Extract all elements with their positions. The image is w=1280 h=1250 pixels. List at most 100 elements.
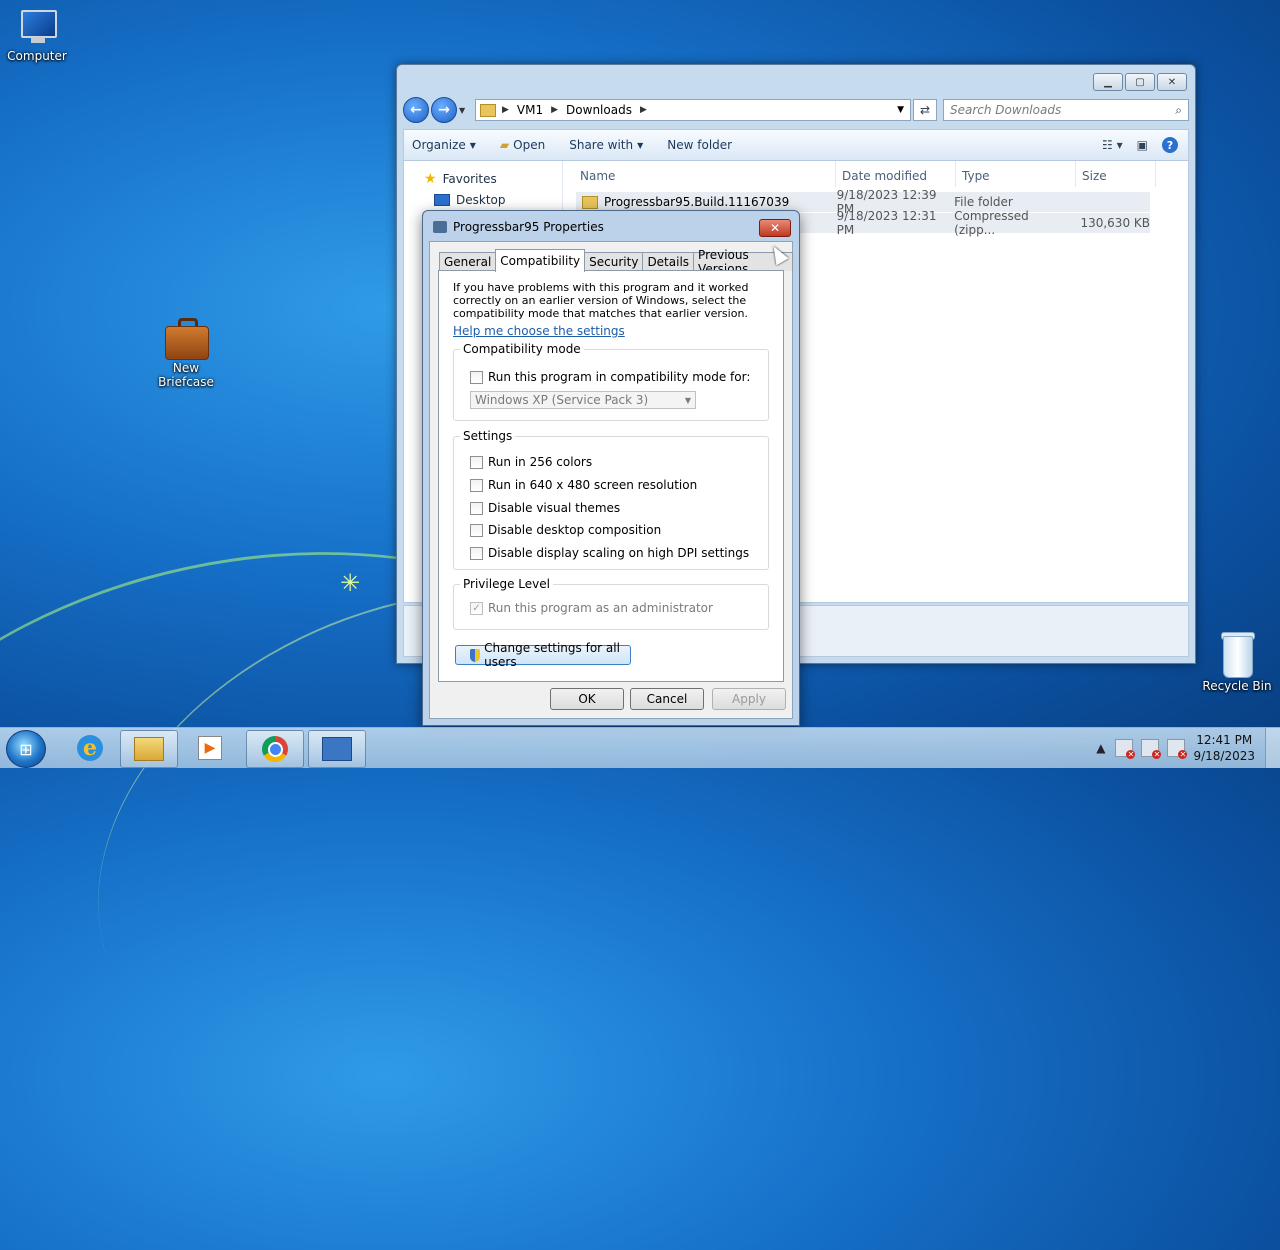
help-choose-settings-link[interactable]: Help me choose the settings xyxy=(453,324,625,338)
action-center-flag-icon[interactable]: ✕ xyxy=(1115,739,1136,759)
new-folder-button[interactable]: New folder xyxy=(667,138,732,152)
checkbox-label: Run this program as an administrator xyxy=(488,601,713,615)
back-button[interactable]: ← xyxy=(403,97,429,123)
setting-checkbox[interactable]: Run in 256 colors xyxy=(470,455,592,469)
address-dropdown[interactable]: ▼ xyxy=(897,105,904,115)
run-as-admin-checkbox[interactable]: ✓ Run this program as an administrator xyxy=(470,601,713,615)
desktop-icon-recycle-bin[interactable]: Recycle Bin xyxy=(1197,630,1277,693)
taskbar-windows-explorer[interactable] xyxy=(120,730,178,768)
new-folder-label: New folder xyxy=(667,138,733,152)
compat-mode-checkbox[interactable]: Run this program in compatibility mode f… xyxy=(470,370,750,384)
chevron-right-icon: ▶ xyxy=(551,105,559,115)
setting-checkbox[interactable]: Disable desktop composition xyxy=(470,523,661,537)
select-value: Windows XP (Service Pack 3) xyxy=(475,393,649,407)
desktop-icon xyxy=(434,194,450,206)
ok-button[interactable]: OK xyxy=(550,688,624,710)
command-bar: Organize ▼ ▰ Open Share with ▼ New folder ☷… xyxy=(403,129,1189,161)
tab-general[interactable]: General xyxy=(439,252,497,271)
apply-button[interactable]: Apply xyxy=(712,688,786,710)
column-size[interactable]: Size xyxy=(1076,161,1156,187)
checkbox-label: Run in 256 colors xyxy=(488,455,593,469)
column-type[interactable]: Type xyxy=(956,161,1076,187)
window-caption-buttons: ▁ ▢ ✕ xyxy=(1093,73,1187,91)
intro-text: If you have problems with this program a… xyxy=(453,281,749,320)
address-bar[interactable]: ▶ VM1 ▶ Downloads ▶ ▼ xyxy=(475,99,911,121)
show-desktop-button[interactable] xyxy=(1265,728,1280,768)
close-button[interactable]: ✕ xyxy=(1157,73,1187,91)
help-icon[interactable]: ? xyxy=(1162,137,1178,153)
network-icon[interactable]: ✕ xyxy=(1141,739,1162,759)
tab-details[interactable]: Details xyxy=(642,252,695,271)
view-options-icon[interactable]: ☷ ▾ xyxy=(1102,138,1123,152)
start-button[interactable]: ⊞ xyxy=(6,730,46,768)
checkbox-box xyxy=(470,523,483,537)
chevron-down-icon: ▼ xyxy=(684,395,691,405)
clock-date: 9/18/2023 xyxy=(1193,749,1255,763)
recycle-bin-icon xyxy=(1219,630,1255,678)
nav-favorites[interactable]: ★ Favorites xyxy=(424,171,497,187)
recent-pages-dropdown[interactable]: ▼ xyxy=(459,106,469,115)
checkbox-box xyxy=(470,501,483,515)
taskbar-internet-explorer[interactable]: e xyxy=(62,730,118,766)
minimize-button[interactable]: ▁ xyxy=(1093,73,1123,91)
control-panel-icon xyxy=(322,737,352,761)
organize-label: Organize xyxy=(412,138,466,152)
refresh-button[interactable]: ⇄ xyxy=(913,99,937,121)
breadcrumb-downloads[interactable]: Downloads xyxy=(566,103,632,117)
dialog-close-button[interactable]: ✕ xyxy=(759,219,791,237)
checkbox-box xyxy=(470,478,483,492)
file-type: Compressed (zipp... xyxy=(954,209,1029,237)
setting-checkbox[interactable]: Run in 640 x 480 screen resolution xyxy=(470,478,697,492)
media-player-icon: ▶ xyxy=(198,736,222,760)
maximize-button[interactable]: ▢ xyxy=(1125,73,1155,91)
column-date-modified[interactable]: Date modified xyxy=(836,161,956,187)
column-name[interactable]: Name xyxy=(574,161,836,187)
chevron-down-icon: ▼ xyxy=(469,140,476,150)
dialog-client: General Compatibility Security Details P… xyxy=(429,241,793,719)
folder-icon xyxy=(480,103,496,117)
windows-explorer-icon xyxy=(134,737,164,761)
desktop-icon-label: Recycle Bin xyxy=(1202,679,1272,693)
desktop-icon-label: Computer xyxy=(7,49,67,63)
volume-icon[interactable]: ✕ xyxy=(1167,739,1188,759)
taskbar-control-panel[interactable] xyxy=(308,730,366,768)
setting-checkbox[interactable]: Disable display scaling on high DPI sett… xyxy=(470,546,749,560)
forward-button[interactable]: → xyxy=(431,97,457,123)
taskbar-media-player[interactable]: ▶ xyxy=(182,730,238,766)
desktop-icon-computer[interactable]: Computer xyxy=(0,10,77,63)
setting-checkbox[interactable]: Disable visual themes xyxy=(470,501,620,515)
taskbar-chrome[interactable] xyxy=(246,730,304,768)
tab-compatibility[interactable]: Compatibility xyxy=(495,249,586,272)
file-name: Progressbar95.Build.11167039 xyxy=(604,195,790,209)
briefcase-icon xyxy=(165,318,209,360)
open-button[interactable]: ▰ Open xyxy=(500,138,545,152)
desktop-icon-briefcase[interactable]: New Briefcase xyxy=(146,318,226,389)
nav-desktop[interactable]: Desktop xyxy=(434,193,506,207)
clock[interactable]: 12:41 PM 9/18/2023 xyxy=(1193,732,1255,764)
computer-icon xyxy=(17,10,57,46)
checkbox-box xyxy=(470,370,483,384)
uac-shield-icon xyxy=(470,648,481,662)
checkbox-label: Run in 640 x 480 screen resolution xyxy=(488,478,698,492)
file-size: 130,630 KB xyxy=(1080,216,1150,230)
show-hidden-icons-button[interactable]: ▲ xyxy=(1096,741,1105,755)
column-headers: Name Date modified Type Size xyxy=(574,161,1188,187)
share-with-button[interactable]: Share with ▼ xyxy=(569,138,643,152)
desktop-icon-label: Briefcase xyxy=(158,375,214,389)
organize-button[interactable]: Organize ▼ xyxy=(412,138,476,152)
button-label: Change settings for all users xyxy=(484,641,620,669)
change-settings-all-users-button[interactable]: Change settings for all users xyxy=(455,641,631,669)
cancel-button[interactable]: Cancel xyxy=(630,688,704,710)
checkbox-box xyxy=(470,546,483,560)
compat-mode-select[interactable]: Windows XP (Service Pack 3) ▼ xyxy=(470,391,696,409)
breadcrumb-vm1[interactable]: VM1 xyxy=(517,103,543,117)
chevron-right-icon: ▶ xyxy=(502,105,509,115)
star-icon: ★ xyxy=(424,171,437,187)
search-input[interactable]: Search Downloads ⌕ xyxy=(943,99,1189,121)
checkbox-box xyxy=(470,455,483,469)
preview-pane-icon[interactable]: ▣ xyxy=(1137,138,1148,152)
navigation-bar: ← → ▼ ▶ VM1 ▶ Downloads ▶ ▼ ⇄ Search Dow… xyxy=(403,97,1189,123)
tab-security[interactable]: Security xyxy=(584,252,644,271)
chevron-right-icon: ▶ xyxy=(639,105,647,115)
compatibility-mode-group: Compatibility mode Run this program in c… xyxy=(453,342,769,421)
